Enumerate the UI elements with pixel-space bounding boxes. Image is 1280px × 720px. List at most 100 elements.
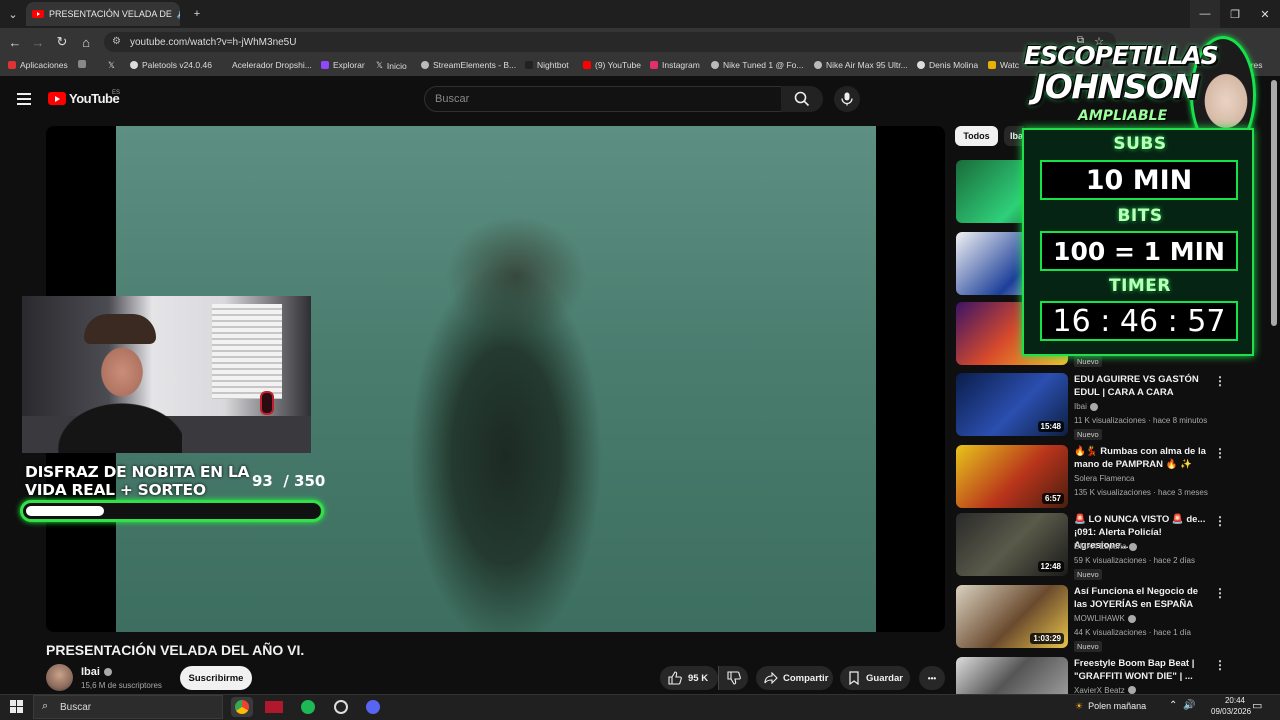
bookmark-nightbot[interactable]: Nightbot	[525, 60, 569, 70]
bookmark-x[interactable]: 𝕏	[108, 60, 115, 71]
spotify-taskbar-icon[interactable]	[297, 697, 319, 717]
rec-title[interactable]: Así Funciona el Negocio de las JOYERÍAS …	[1074, 585, 1209, 611]
tray-chevron-icon[interactable]: ⌃	[1169, 700, 1177, 711]
more-options-icon[interactable]: ⋮	[1214, 447, 1226, 459]
share-icon	[764, 672, 778, 684]
notifications-icon[interactable]: ▭	[1252, 699, 1262, 712]
voice-search-button[interactable]	[834, 86, 860, 112]
stream-goal-progress-bar	[20, 500, 324, 522]
bookmark-inicio[interactable]: 𝕏 Inicio	[376, 60, 407, 71]
rec-title[interactable]: 🔥💃 Rumbas con alma de la mano de PAMPRAN…	[1074, 445, 1209, 471]
rec-channel[interactable]: MOWLIHAWK	[1074, 614, 1136, 623]
streamelements-icon	[421, 61, 429, 69]
url-input[interactable]: ⚙ youtube.com/watch?v=h-jWhM3ne5U ☆ ⧉	[104, 32, 1116, 52]
bookmark-paletools[interactable]: Paletools v24.0.46	[130, 60, 212, 70]
search-input[interactable]: Buscar	[424, 86, 782, 112]
duration-badge: 12:48	[1037, 561, 1064, 572]
bookmark-explorar[interactable]: Explorar	[321, 60, 365, 70]
taskbar-search-input[interactable]: ⌕ Buscar	[33, 695, 223, 719]
subscribe-button[interactable]: Suscribirme	[180, 666, 252, 690]
new-badge: Nuevo	[1074, 641, 1102, 652]
bookmark-streamelements[interactable]: StreamElements - B...	[421, 60, 516, 70]
clock[interactable]: 20:44 09/03/2026	[1211, 695, 1251, 717]
rec-channel[interactable]: XavierX Beatz	[1074, 686, 1136, 694]
more-actions-button[interactable]: •••	[919, 666, 945, 690]
chip-todos[interactable]: Todos	[955, 126, 998, 146]
more-options-icon[interactable]: ⋮	[1214, 587, 1226, 599]
overlay-title-line1: ESCOPETILLAS	[1024, 41, 1219, 70]
volume-icon[interactable]: 🔊	[1183, 700, 1195, 711]
x-logo-icon: 𝕏	[108, 60, 115, 70]
site-info-icon[interactable]: ⚙	[112, 36, 121, 47]
discord-taskbar-icon[interactable]	[362, 697, 384, 717]
home-icon[interactable]: ⌂	[74, 28, 98, 56]
bookmark-watch[interactable]: Watc	[988, 60, 1019, 70]
thumbs-up-icon	[668, 671, 682, 685]
tab-list-chevron-icon[interactable]: ⌄	[0, 0, 26, 28]
rec-thumbnail-3[interactable]: 15:48	[956, 373, 1068, 436]
subs-label: SUBS	[1113, 134, 1167, 154]
more-options-icon[interactable]: ⋮	[1214, 659, 1226, 671]
channel-avatar[interactable]	[46, 664, 73, 691]
overlay-panel: SUBS 10 MIN BITS 100 = 1 MIN TIMER 16 : …	[1022, 128, 1254, 356]
rec-channel[interactable]: Solera Flamenca	[1074, 474, 1134, 483]
like-button[interactable]: 95 K	[660, 666, 718, 690]
subs-value: 10 MIN	[1040, 160, 1238, 200]
window-blind	[212, 304, 282, 399]
new-tab-icon[interactable]: +	[182, 0, 212, 28]
bookmark-youtube[interactable]: (9) YouTube	[583, 60, 641, 70]
bookmark-acelerador[interactable]: Acelerador Dropshi...	[232, 60, 312, 70]
timer-label: TIMER	[1108, 276, 1172, 296]
youtube-favicon-icon	[32, 10, 44, 18]
rec-title[interactable]: EDU AGUIRRE VS GASTÓN EDUL | CARA A CARA	[1074, 373, 1209, 399]
rec-thumbnail-4[interactable]: 6:57	[956, 445, 1068, 508]
search-button[interactable]	[781, 86, 823, 112]
duration-badge: 6:57	[1041, 493, 1064, 504]
page-scrollbar[interactable]	[1271, 80, 1277, 326]
rec-thumbnail-6[interactable]: 1:03:29	[956, 585, 1068, 648]
video-title: PRESENTACIÓN VELADA DEL AÑO VI.	[46, 642, 305, 658]
weather-widget[interactable]: ☀ Polen mañana	[1075, 701, 1146, 712]
rec-channel[interactable]: DMAX España	[1074, 542, 1138, 551]
bookmark-instagram[interactable]: Instagram	[650, 60, 700, 70]
rec-channel[interactable]: Ibai	[1074, 402, 1098, 411]
bookmark-nike-tuned[interactable]: Nike Tuned 1 @ Fo...	[711, 60, 803, 70]
reload-icon[interactable]: ↻	[50, 28, 74, 56]
bookmark-apps[interactable]: Aplicaciones	[8, 60, 68, 70]
start-button[interactable]	[10, 700, 23, 713]
browser-tab-active[interactable]: PRESENTACIÓN VELADA DE 🔊 ✕	[26, 2, 180, 26]
rec-meta: 135 K visualizaciones · hace 3 meses	[1074, 488, 1208, 497]
rec-title[interactable]: Freestyle Boom Bap Beat | "GRAFFITI WONT…	[1074, 657, 1209, 683]
bookmark-grid[interactable]	[78, 60, 86, 68]
chrome-taskbar-icon[interactable]	[231, 697, 253, 717]
verified-icon	[1127, 614, 1136, 623]
rec-thumbnail-5[interactable]: 12:48	[956, 513, 1068, 576]
nike-icon	[711, 61, 719, 69]
dislike-button[interactable]	[718, 666, 748, 690]
back-icon[interactable]: ←	[3, 28, 27, 56]
streamer-hair	[84, 314, 156, 344]
forward-icon[interactable]: →	[26, 28, 50, 56]
voicemeeter-taskbar-icon[interactable]	[263, 697, 285, 717]
bookmark-nike-airmax[interactable]: Nike Air Max 95 Ultr...	[814, 60, 908, 70]
globe-icon	[130, 61, 138, 69]
youtube-logo[interactable]: YouTube	[48, 91, 120, 106]
bookmark-denis-molina[interactable]: Denis Molina	[917, 60, 978, 70]
menu-icon[interactable]	[17, 93, 31, 105]
duration-badge: 15:48	[1037, 421, 1064, 432]
tab-audio-icon[interactable]: 🔊	[177, 9, 180, 20]
minimize-button[interactable]: —	[1190, 0, 1220, 28]
more-options-icon[interactable]: ⋮	[1214, 375, 1226, 387]
stream-goal-count: 93 / 350	[252, 472, 326, 490]
obs-taskbar-icon[interactable]	[330, 697, 352, 717]
save-button[interactable]: Guardar	[840, 666, 910, 690]
restore-button[interactable]: ❐	[1220, 0, 1250, 28]
close-window-button[interactable]: ✕	[1250, 0, 1280, 28]
verified-icon	[1129, 542, 1138, 551]
share-button[interactable]: Compartir	[756, 666, 833, 690]
rec-thumbnail-7[interactable]	[956, 657, 1068, 694]
channel-name[interactable]: Ibai	[81, 666, 112, 678]
verified-icon	[1089, 402, 1098, 411]
bits-value: 100 = 1 MIN	[1040, 231, 1238, 271]
more-options-icon[interactable]: ⋮	[1214, 515, 1226, 527]
